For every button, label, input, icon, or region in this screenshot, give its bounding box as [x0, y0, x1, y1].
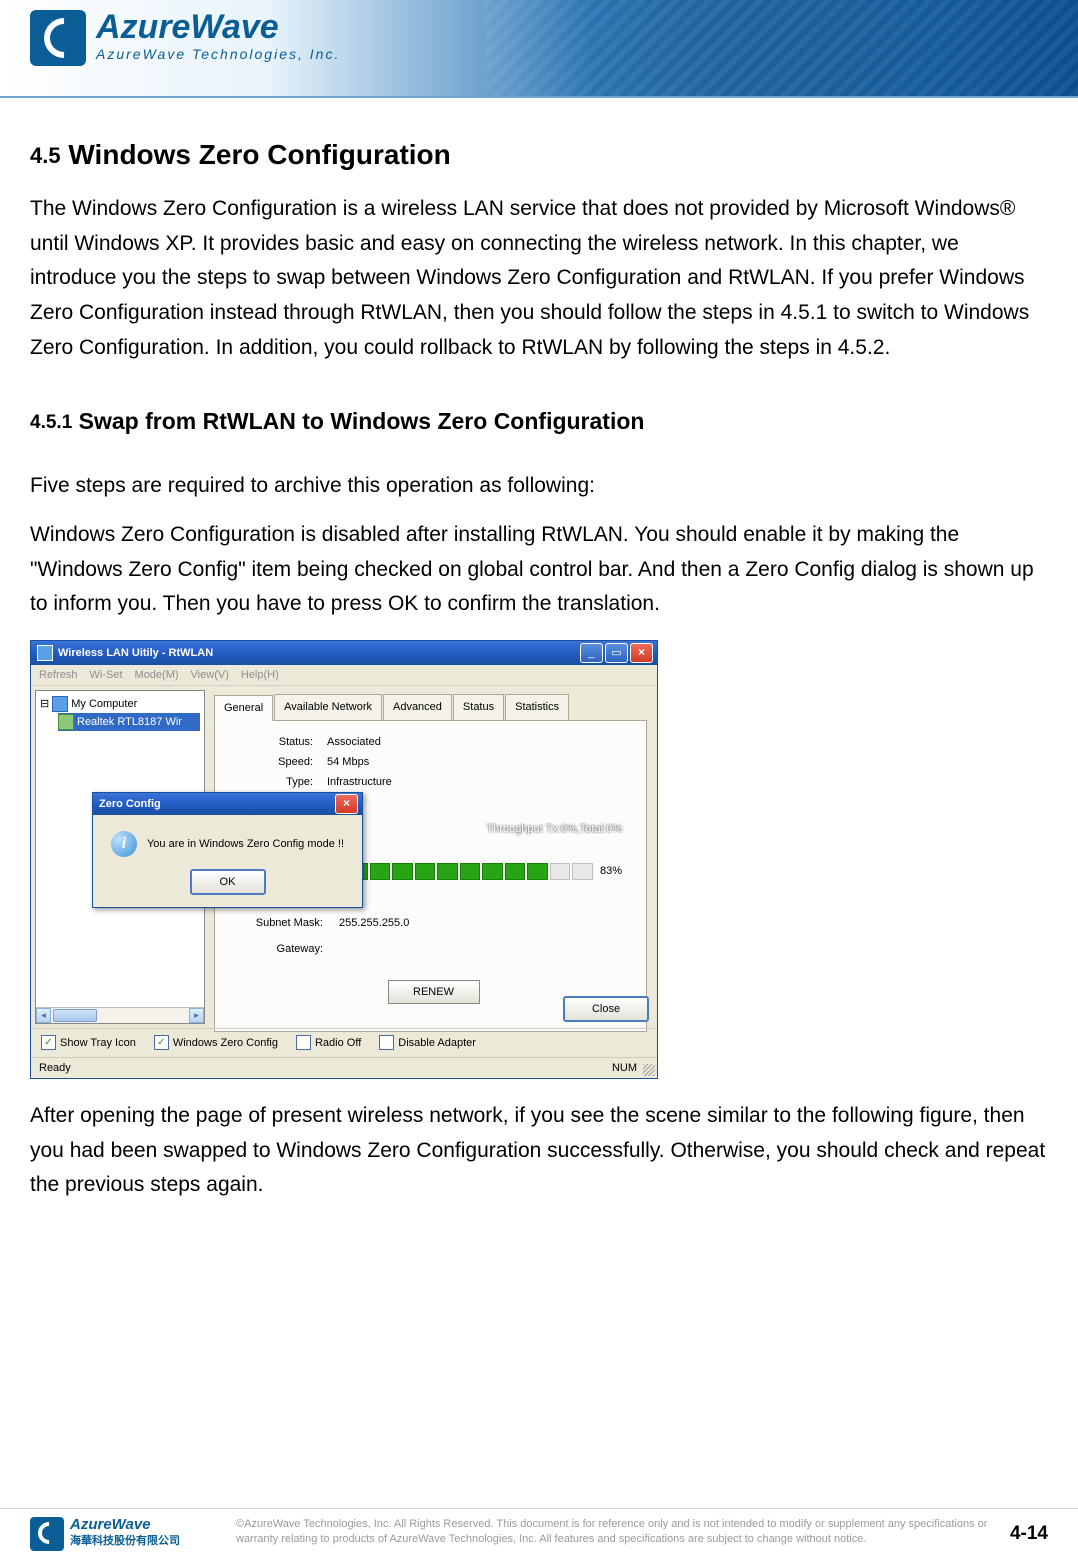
subnet-label: Subnet Mask:	[233, 914, 323, 932]
show-tray-label: Show Tray Icon	[60, 1034, 136, 1052]
zero-config-label: Windows Zero Config	[173, 1034, 278, 1052]
page-number: 4-14	[990, 1523, 1048, 1545]
info-icon: i	[111, 831, 137, 857]
footer-copyright: ©AzureWave Technologies, Inc. All Rights…	[230, 1517, 990, 1547]
tree-root-label: My Computer	[71, 695, 137, 713]
dialog-title: Zero Config	[99, 795, 333, 813]
zero-config-dialog: Zero Config × i You are in Windows Zero …	[92, 792, 363, 908]
menu-wiset[interactable]: Wi-Set	[90, 666, 123, 684]
checkbox-icon	[379, 1035, 394, 1050]
tab-status[interactable]: Status	[453, 694, 504, 720]
tab-strip: General Available Network Advanced Statu…	[214, 694, 647, 721]
tree-item-label: Realtek RTL8187 Wir	[77, 713, 182, 731]
status-label: Status:	[233, 733, 313, 751]
subsection-p1: Five steps are required to archive this …	[30, 469, 1048, 504]
subsection-number: 4.5.1	[30, 412, 72, 433]
close-button[interactable]: Close	[563, 996, 649, 1022]
scroll-thumb[interactable]	[53, 1009, 97, 1022]
radio-off-checkbox[interactable]: Radio Off	[296, 1034, 361, 1052]
adapter-icon	[58, 714, 74, 730]
close-window-button[interactable]: ×	[630, 643, 653, 663]
footer-logo-icon	[30, 1517, 64, 1551]
checkbox-icon	[296, 1035, 311, 1050]
rtwlan-window: Wireless LAN Uitily - RtWLAN _ ▭ × Refre…	[30, 640, 658, 1079]
tab-statistics[interactable]: Statistics	[505, 694, 569, 720]
status-num: NUM	[612, 1059, 637, 1077]
type-value: Infrastructure	[327, 773, 392, 791]
tree-root-row[interactable]: ⊟ My Computer	[40, 695, 200, 713]
titlebar[interactable]: Wireless LAN Uitily - RtWLAN _ ▭ ×	[31, 641, 657, 665]
link-quality-bar	[324, 863, 594, 879]
header-decor	[485, 0, 1078, 96]
renew-button[interactable]: RENEW	[388, 980, 480, 1004]
disable-adapter-label: Disable Adapter	[398, 1034, 476, 1052]
tab-available[interactable]: Available Network	[274, 694, 382, 720]
dialog-titlebar[interactable]: Zero Config ×	[93, 793, 362, 815]
header-banner: AzureWave AzureWave Technologies, Inc.	[0, 0, 1078, 98]
computer-icon	[52, 696, 68, 712]
scroll-left-button[interactable]: ◂	[36, 1008, 51, 1023]
section-intro: The Windows Zero Configuration is a wire…	[30, 192, 1048, 365]
section-title-text: Windows Zero Configuration	[68, 139, 450, 170]
logo-main-text: AzureWave	[96, 10, 340, 44]
app-icon	[37, 645, 53, 661]
tab-general[interactable]: General	[214, 695, 273, 721]
header-logo: AzureWave AzureWave Technologies, Inc.	[30, 10, 340, 66]
footer-logo-main: AzureWave	[70, 1517, 180, 1532]
logo-icon	[30, 10, 86, 66]
menu-view[interactable]: View(V)	[191, 666, 229, 684]
global-control-bar: ✓ Show Tray Icon ✓ Windows Zero Config Rad…	[31, 1028, 657, 1057]
dialog-message: You are in Windows Zero Config mode !!	[147, 835, 344, 853]
tree-item-row[interactable]: Realtek RTL8187 Wir	[58, 713, 200, 731]
minimize-button[interactable]: _	[580, 643, 603, 663]
status-ready: Ready	[39, 1059, 71, 1077]
menu-mode[interactable]: Mode(M)	[135, 666, 179, 684]
ok-button[interactable]: OK	[190, 869, 266, 895]
type-label: Type:	[233, 773, 313, 791]
radio-off-label: Radio Off	[315, 1034, 361, 1052]
checkbox-icon: ✓	[41, 1035, 56, 1050]
subsection-heading: 4.5.1 Swap from RtWLAN to Windows Zero C…	[30, 403, 1048, 441]
speed-value: 54 Mbps	[327, 753, 369, 771]
footer-logo-sub: 海華科技股份有限公司	[70, 1532, 180, 1548]
gateway-label: Gateway:	[233, 940, 323, 958]
menu-help[interactable]: Help(H)	[241, 666, 279, 684]
scroll-track[interactable]	[51, 1008, 189, 1023]
dialog-close-button[interactable]: ×	[335, 794, 358, 814]
menu-refresh[interactable]: Refresh	[39, 666, 78, 684]
tree-scrollbar[interactable]: ◂ ▸	[36, 1007, 204, 1023]
menubar: Refresh Wi-Set Mode(M) View(V) Help(H)	[31, 665, 657, 686]
maximize-button[interactable]: ▭	[605, 643, 628, 663]
zero-config-checkbox[interactable]: ✓ Windows Zero Config	[154, 1034, 278, 1052]
subsection-p3: After opening the page of present wirele…	[30, 1099, 1048, 1203]
link-quality-value: 83%	[600, 862, 622, 880]
subsection-title-text: Swap from RtWLAN to Windows Zero Configu…	[79, 408, 645, 434]
status-value: Associated	[327, 733, 381, 751]
subnet-value: 255.255.255.0	[339, 914, 409, 932]
tab-advanced[interactable]: Advanced	[383, 694, 452, 720]
logo-sub-text: AzureWave Technologies, Inc.	[96, 46, 340, 62]
disable-adapter-checkbox[interactable]: Disable Adapter	[379, 1034, 476, 1052]
window-title: Wireless LAN Uitily - RtWLAN	[58, 644, 578, 662]
status-bar: Ready NUM	[31, 1057, 657, 1078]
section-heading: 4.5 Windows Zero Configuration	[30, 132, 1048, 178]
subsection-p2: Windows Zero Configuration is disabled a…	[30, 518, 1048, 622]
section-number: 4.5	[30, 143, 61, 168]
footer-logo: AzureWave 海華科技股份有限公司	[30, 1517, 230, 1551]
speed-label: Speed:	[233, 753, 313, 771]
page-footer: AzureWave 海華科技股份有限公司 ©AzureWave Technolo…	[0, 1508, 1078, 1551]
show-tray-checkbox[interactable]: ✓ Show Tray Icon	[41, 1034, 136, 1052]
checkbox-icon: ✓	[154, 1035, 169, 1050]
resize-grip-icon[interactable]	[643, 1064, 655, 1076]
scroll-right-button[interactable]: ▸	[189, 1008, 204, 1023]
